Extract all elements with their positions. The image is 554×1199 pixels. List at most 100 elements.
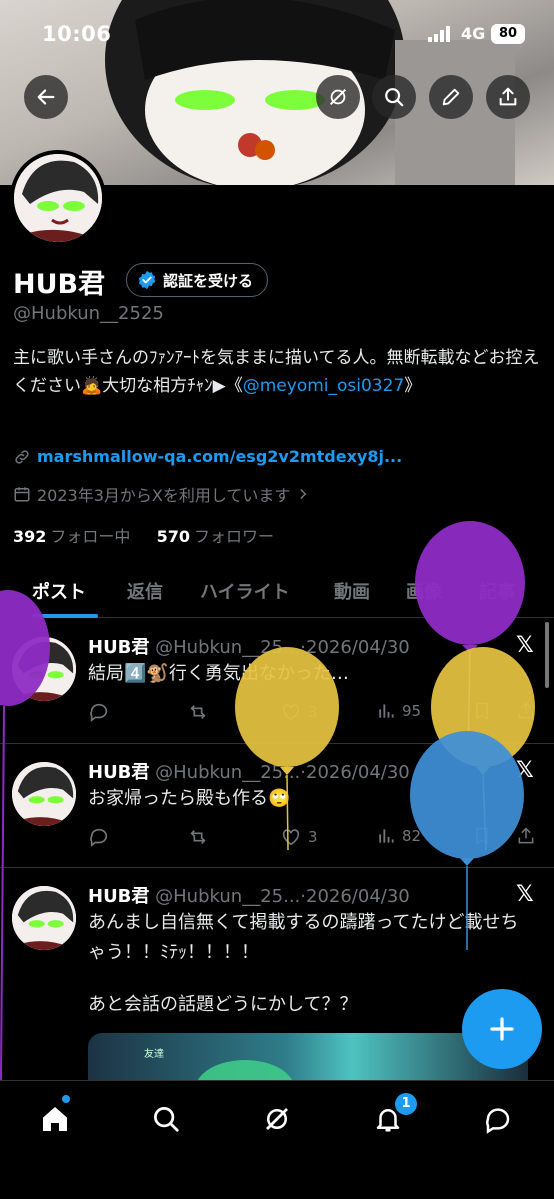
status-bar: 10:06 4G 80	[0, 0, 554, 70]
grok-button[interactable]	[316, 75, 360, 119]
post-meta: HUB君 @Hubkun__25...·2026/04/30	[88, 882, 410, 908]
joined-date-row[interactable]: 2023年3月からXを利用しています	[13, 482, 310, 506]
avatar-image	[12, 637, 76, 701]
post-actions: 3 95	[88, 701, 538, 725]
bookmark-icon	[476, 827, 488, 845]
reply-icon	[90, 703, 108, 722]
profile-website-row: marshmallow-qa.com/esg2v2mtdexy8j...	[13, 447, 402, 466]
post-avatar[interactable]	[12, 762, 76, 826]
follow-stats: 392 フォロー中 570 フォロワー	[13, 523, 274, 547]
followers-label: フォロワー	[194, 527, 275, 546]
grok-icon	[329, 88, 347, 106]
nav-home[interactable]	[35, 1099, 75, 1139]
profile-name: HUB君	[13, 269, 106, 300]
following-link[interactable]: 392 フォロー中	[13, 527, 130, 546]
bottom-navigation: 1	[0, 1080, 554, 1199]
post-avatar[interactable]	[12, 637, 76, 701]
followers-link[interactable]: 570 フォロワー	[157, 527, 274, 546]
post-author-name: HUB君	[88, 637, 150, 658]
avatar-image	[12, 886, 76, 950]
heart-icon	[282, 704, 300, 721]
bookmark-button[interactable]	[472, 826, 492, 846]
post-item[interactable]: HUB君 @Hubkun__25...·2026/04/30 𝕏 お家帰ったら殿…	[0, 744, 554, 868]
post-date: ·2026/04/30	[300, 886, 410, 907]
notification-badge: 1	[395, 1093, 417, 1115]
tab-articles[interactable]: 記事	[479, 578, 515, 604]
profile-tabs: ポスト 返信 ハイライト 動画 画像 記事	[0, 560, 554, 618]
reply-icon	[90, 828, 108, 847]
verified-badge-icon	[138, 270, 156, 290]
share-button[interactable]	[486, 75, 530, 119]
pencil-icon	[442, 88, 460, 106]
post-text: お家帰ったら殿も作る🙄	[88, 788, 291, 809]
link-icon	[15, 449, 29, 464]
x-logo-icon: 𝕏	[516, 882, 534, 907]
tab-videos[interactable]: 動画	[334, 578, 370, 604]
calendar-icon	[14, 487, 30, 502]
post-text-line2: あと会話の話題どうにかして？？	[88, 994, 358, 1015]
active-tab-indicator	[32, 614, 98, 618]
nav-grok[interactable]	[257, 1099, 297, 1139]
bio-end: 》	[404, 376, 422, 396]
tab-replies[interactable]: 返信	[127, 578, 163, 604]
signal-icon	[428, 26, 450, 42]
post-text: 結局4️⃣🐒行く勇気出なかった…	[88, 663, 349, 684]
following-label: フォロー中	[50, 527, 131, 546]
post-date: ·2026/04/30	[300, 637, 410, 658]
repost-icon	[190, 829, 206, 845]
search-button[interactable]	[372, 75, 416, 119]
bookmark-button[interactable]	[472, 701, 492, 721]
views-chart-icon	[379, 704, 394, 718]
profile-website-link[interactable]: marshmallow-qa.com/esg2v2mtdexy8j...	[37, 447, 402, 466]
nav-search[interactable]	[146, 1099, 186, 1139]
repost-button[interactable]	[186, 826, 210, 848]
get-verified-label: 認証を受ける	[163, 271, 254, 290]
edit-button[interactable]	[429, 75, 473, 119]
post-avatar[interactable]	[12, 886, 76, 950]
post-meta: HUB君 @Hubkun__25...·2026/04/30	[88, 633, 410, 659]
tab-highlights[interactable]: ハイライト	[200, 578, 290, 604]
post-share-button[interactable]	[516, 701, 536, 721]
chat-bubble-icon	[486, 1108, 510, 1134]
post-author-handle: @Hubkun__25...	[155, 886, 301, 907]
compose-post-button[interactable]	[462, 989, 542, 1069]
like-button[interactable]: 3	[280, 826, 318, 848]
arrow-left-icon	[37, 89, 55, 105]
share-icon	[518, 827, 534, 844]
tab-posts[interactable]: ポスト	[32, 578, 86, 604]
home-icon	[43, 1107, 67, 1131]
post-text: あんまし自信無くて掲載するの躊躇ってたけど載せちゃう！！ﾐﾃｯ！！！！	[88, 912, 519, 963]
get-verified-button[interactable]: 認証を受ける	[126, 263, 269, 297]
followers-count: 570	[156, 527, 191, 546]
repost-icon	[190, 704, 206, 720]
avatar-image	[14, 154, 102, 242]
profile-avatar[interactable]	[10, 150, 106, 246]
status-time: 10:06	[42, 22, 112, 46]
like-button[interactable]: 3	[280, 701, 318, 723]
reply-button[interactable]	[88, 826, 110, 848]
bookmark-icon	[476, 702, 488, 720]
home-unread-dot	[62, 1095, 70, 1103]
bio-mention-link[interactable]: @meyomi_osi0327	[243, 376, 405, 396]
tab-media[interactable]: 画像	[406, 578, 442, 604]
media-preview-text: 友達	[144, 1049, 164, 1060]
grok-icon	[266, 1108, 288, 1130]
scrollbar[interactable]	[545, 622, 549, 688]
nav-messages[interactable]	[478, 1099, 518, 1139]
repost-button[interactable]	[186, 701, 210, 723]
reply-button[interactable]	[88, 701, 110, 723]
back-button[interactable]	[24, 75, 68, 119]
battery-indicator: 80	[491, 24, 525, 44]
post-author-handle: @Hubkun__25...	[155, 762, 301, 783]
views-button[interactable]: 82	[376, 826, 421, 846]
x-logo-icon: 𝕏	[516, 758, 534, 783]
share-icon	[499, 87, 517, 106]
search-icon	[154, 1107, 179, 1132]
joined-date-text: 2023年3月からXを利用しています	[37, 486, 291, 505]
post-share-button[interactable]	[516, 826, 536, 846]
post-date: ·2026/04/30	[300, 762, 410, 783]
post-author-handle: @Hubkun__25...	[155, 637, 301, 658]
following-count: 392	[13, 527, 47, 546]
post-item[interactable]: HUB君 @Hubkun__25...·2026/04/30 𝕏 結局4️⃣🐒行…	[0, 619, 554, 744]
views-button[interactable]: 95	[376, 701, 421, 721]
